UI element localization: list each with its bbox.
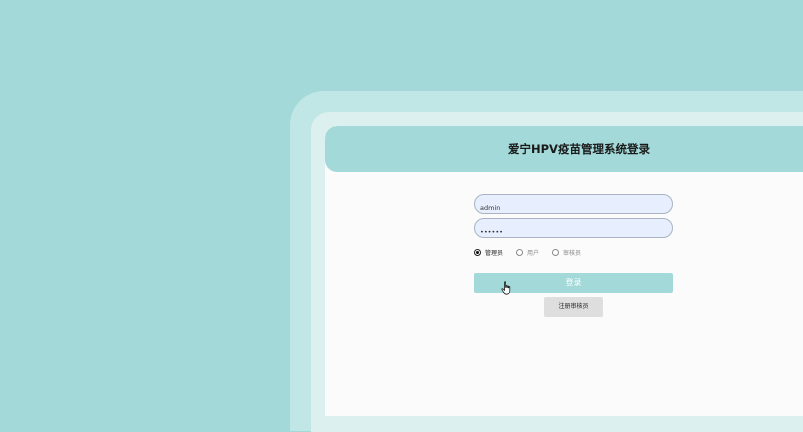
role-option-reviewer[interactable]: 审核员 [552, 248, 581, 257]
register-reviewer-button[interactable]: 注册审核员 [544, 297, 603, 317]
radio-reviewer[interactable] [552, 248, 560, 256]
role-option-admin[interactable]: 管理员 [474, 248, 503, 257]
password-input[interactable] [475, 223, 672, 241]
radio-user[interactable] [516, 248, 524, 256]
hand-pointer-icon [501, 281, 511, 295]
login-card: 爱宁HPV疫苗管理系统登录 管理员 用户 审核员 登录 注册审核员 [325, 126, 803, 416]
radio-admin[interactable] [474, 248, 481, 256]
role-label-admin: 管理员 [485, 249, 504, 257]
role-label-user: 用户 [527, 249, 540, 257]
page-title: 爱宁HPV疫苗管理系统登录 [508, 142, 650, 156]
username-input[interactable] [475, 199, 672, 217]
role-option-user[interactable]: 用户 [516, 248, 539, 257]
login-header: 爱宁HPV疫苗管理系统登录 [325, 126, 803, 172]
role-radio-group: 管理员 用户 审核员 [474, 247, 594, 257]
password-field[interactable] [474, 218, 673, 241]
role-label-reviewer: 审核员 [563, 249, 582, 257]
username-field[interactable] [474, 194, 673, 217]
